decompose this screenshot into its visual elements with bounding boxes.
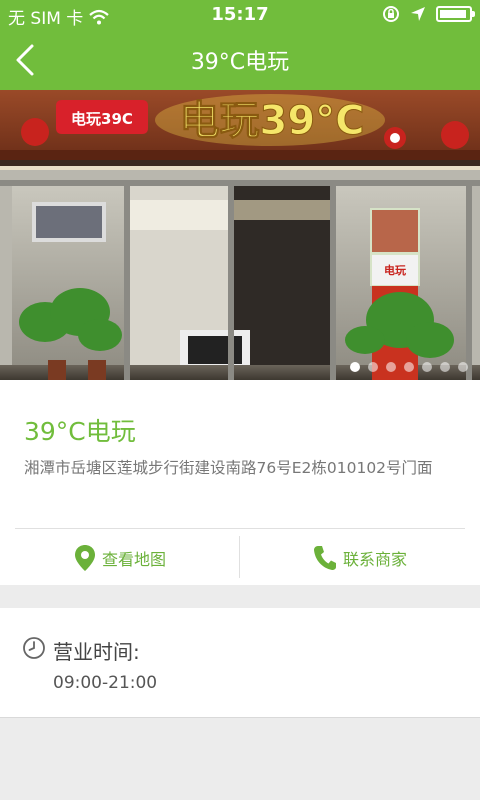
contact-merchant-button[interactable]: 联系商家 xyxy=(240,530,480,585)
contact-merchant-label: 联系商家 xyxy=(342,549,407,569)
view-map-label: 查看地图 xyxy=(101,549,166,569)
shop-address: 湘潭市岳塘区莲城步行街建设南路76号E2栋010102号门面 xyxy=(24,459,433,477)
business-hours-label: 营业时间: xyxy=(53,640,140,664)
shop-info-card: 39°C电玩 湘潭市岳塘区莲城步行街建设南路76号E2栋010102号门面 查看… xyxy=(0,380,480,585)
map-pin-icon xyxy=(74,544,95,571)
page-title: 39°C电玩 xyxy=(190,50,290,75)
view-map-button[interactable]: 查看地图 xyxy=(0,530,240,585)
storefront-photo: 电玩39C 电玩39°C 电玩 xyxy=(0,90,480,380)
sign-logo-text: 电玩39C xyxy=(71,110,133,128)
nav-bar: 39°C电玩 xyxy=(0,30,480,90)
status-right xyxy=(382,5,475,23)
carousel-dot[interactable] xyxy=(404,362,414,372)
business-hours-value: 09:00-21:00 xyxy=(53,673,158,693)
carousel-indicator xyxy=(350,362,468,372)
carousel-dot[interactable] xyxy=(458,362,468,372)
poster-text: 电玩 xyxy=(384,263,406,277)
status-bar: 无 SIM 卡 15:17 xyxy=(0,0,480,30)
battery-icon xyxy=(436,6,475,22)
carousel-dot[interactable] xyxy=(440,362,450,372)
shop-name: 39°C电玩 xyxy=(24,417,136,446)
location-arrow-icon xyxy=(411,7,425,21)
clock-icon xyxy=(23,637,45,659)
carousel-dot[interactable] xyxy=(350,362,360,372)
divider xyxy=(15,528,465,529)
rotation-lock-icon xyxy=(383,6,399,22)
sign-main-text: 电玩39°C xyxy=(179,98,364,144)
carousel-dot[interactable] xyxy=(368,362,378,372)
business-hours-card: 营业时间: 09:00-21:00 xyxy=(0,608,480,718)
carousel-dot[interactable] xyxy=(422,362,432,372)
image-carousel[interactable]: 电玩39C 电玩39°C 电玩 xyxy=(0,90,480,380)
carousel-dot[interactable] xyxy=(386,362,396,372)
phone-icon xyxy=(313,545,336,570)
